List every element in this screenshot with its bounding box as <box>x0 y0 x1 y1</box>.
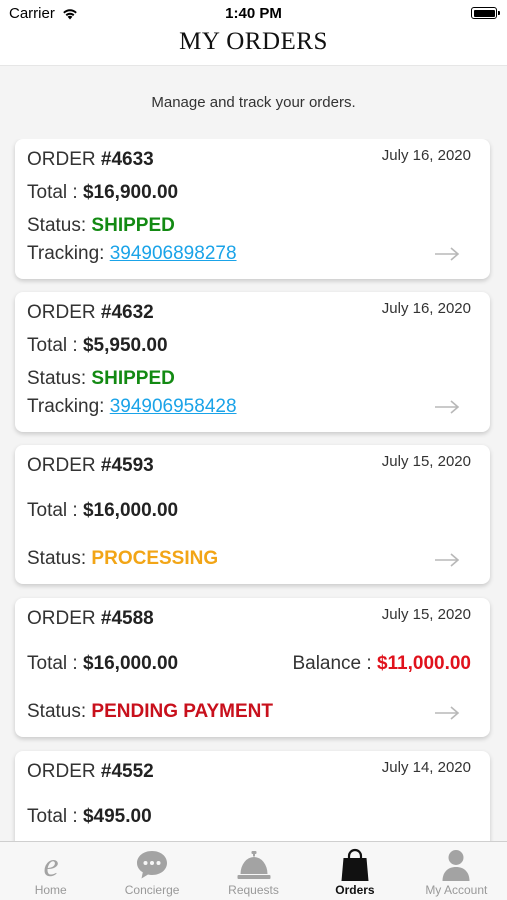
page-subtitle: Manage and track your orders. <box>151 94 356 111</box>
order-card[interactable]: ORDER #4633 July 16, 2020 Total : $16,90… <box>15 139 490 279</box>
svg-text:e: e <box>43 848 58 882</box>
status-value: PENDING PAYMENT <box>91 701 274 722</box>
tab-my-account[interactable]: My Account <box>406 842 507 900</box>
tab-label: Home <box>34 883 67 897</box>
status-bar: Carrier 1:40 PM <box>0 0 507 26</box>
tab-label: Orders <box>335 883 375 897</box>
order-date: July 15, 2020 <box>381 606 471 623</box>
home-e-icon: e <box>43 848 58 882</box>
order-label: ORDER <box>27 149 101 170</box>
status-label: Status: <box>27 701 92 722</box>
order-label: ORDER <box>27 455 101 476</box>
order-number: ORDER #4593 <box>27 455 154 477</box>
order-date: July 14, 2020 <box>381 759 471 776</box>
order-date: July 16, 2020 <box>381 300 471 317</box>
total-value: $16,000.00 <box>82 500 179 521</box>
order-card[interactable]: ORDER #4593 July 15, 2020 Total : $16,00… <box>15 445 490 584</box>
order-number: ORDER #4588 <box>27 608 154 630</box>
tab-label: Concierge <box>124 883 180 897</box>
status-label: Status: <box>27 215 92 236</box>
order-number-value: #4593 <box>100 455 154 476</box>
arrow-right-icon[interactable] <box>434 553 460 567</box>
order-total: Total : $495.00 <box>27 806 152 828</box>
tab-label: Requests <box>228 883 279 897</box>
order-date: July 16, 2020 <box>381 147 471 164</box>
tab-home[interactable]: e Home <box>0 842 101 900</box>
balance-label: Balance : <box>292 653 377 674</box>
order-card[interactable]: ORDER #4552 July 14, 2020 Total : $495.0… <box>15 751 490 841</box>
status-label: Status: <box>27 368 92 389</box>
order-label: ORDER <box>27 608 101 629</box>
status-value: SHIPPED <box>91 368 175 389</box>
total-label: Total : <box>27 335 83 356</box>
tracking-label: Tracking: <box>27 396 110 417</box>
order-balance: Balance : $11,000.00 <box>292 653 471 675</box>
order-tracking: Tracking: 394906958428 <box>27 396 237 418</box>
order-number-value: #4588 <box>100 608 154 629</box>
battery-icon <box>471 7 500 19</box>
total-value: $495.00 <box>82 806 152 827</box>
tracking-link[interactable]: 394906958428 <box>110 396 237 417</box>
arrow-right-icon[interactable] <box>434 706 460 720</box>
order-label: ORDER <box>27 761 101 782</box>
balance-value: $11,000.00 <box>376 653 471 674</box>
arrow-right-icon[interactable] <box>434 247 460 261</box>
tab-requests[interactable]: Requests <box>203 842 304 900</box>
order-total: Total : $16,000.00 <box>27 653 178 675</box>
order-total: Total : $16,900.00 <box>27 182 178 204</box>
person-icon <box>442 850 470 881</box>
nav-header: MY ORDERS <box>0 26 507 66</box>
order-card[interactable]: ORDER #4632 July 16, 2020 Total : $5,950… <box>15 292 490 432</box>
total-label: Total : <box>27 500 83 521</box>
order-card[interactable]: ORDER #4588 July 15, 2020 Total : $16,00… <box>15 598 490 737</box>
tracking-link[interactable]: 394906898278 <box>110 243 237 264</box>
order-list[interactable]: ORDER #4633 July 16, 2020 Total : $16,90… <box>0 139 507 841</box>
arrow-right-icon[interactable] <box>434 400 460 414</box>
tab-label: My Account <box>425 883 488 897</box>
total-value: $5,950.00 <box>82 335 168 356</box>
total-label: Total : <box>27 182 83 203</box>
total-label: Total : <box>27 653 83 674</box>
order-status: Status: SHIPPED <box>27 368 175 390</box>
order-number-value: #4633 <box>100 149 154 170</box>
order-number: ORDER #4632 <box>27 302 154 324</box>
order-number: ORDER #4633 <box>27 149 154 171</box>
total-label: Total : <box>27 806 83 827</box>
order-total: Total : $16,000.00 <box>27 500 178 522</box>
tab-concierge[interactable]: Concierge <box>101 842 202 900</box>
order-number: ORDER #4552 <box>27 761 154 783</box>
service-bell-icon <box>237 851 271 879</box>
order-total: Total : $5,950.00 <box>27 335 168 357</box>
status-value: PROCESSING <box>91 548 219 569</box>
total-value: $16,000.00 <box>82 653 179 674</box>
tracking-label: Tracking: <box>27 243 110 264</box>
page-title: MY ORDERS <box>179 28 328 55</box>
order-number-value: #4632 <box>100 302 154 323</box>
order-status: Status: PROCESSING <box>27 548 218 570</box>
clock: 1:40 PM <box>225 5 282 22</box>
order-number-value: #4552 <box>100 761 154 782</box>
chat-bubble-icon <box>137 851 168 879</box>
tab-orders[interactable]: Orders <box>304 842 405 900</box>
total-value: $16,900.00 <box>82 182 179 203</box>
shopping-bag-icon <box>341 848 369 881</box>
order-label: ORDER <box>27 302 101 323</box>
order-status: Status: SHIPPED <box>27 215 175 237</box>
order-tracking: Tracking: 394906898278 <box>27 243 237 265</box>
status-value: SHIPPED <box>91 215 175 236</box>
order-status: Status: PENDING PAYMENT <box>27 701 273 723</box>
status-label: Status: <box>27 548 92 569</box>
tab-bar: e Home Concierge Requests Orders My Acco… <box>0 841 507 900</box>
order-date: July 15, 2020 <box>381 453 471 470</box>
